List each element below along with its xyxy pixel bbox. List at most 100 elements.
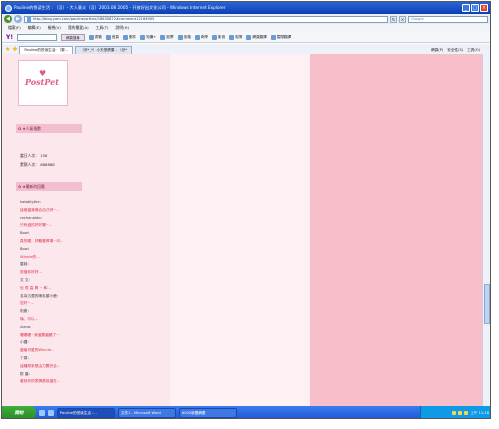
search-placeholder: Google — [411, 17, 424, 21]
section-icon: ✿ — [18, 126, 22, 131]
yahoo-search-input[interactable] — [17, 33, 58, 41]
address-row: ◀ ▶ http://blog.yam.com/pauline/article/… — [2, 14, 490, 24]
mail-icon — [123, 34, 129, 40]
address-bar[interactable]: http://blog.yam.com/pauline/article/1863… — [24, 15, 388, 23]
yahoo-logo[interactable]: Y! — [6, 34, 13, 41]
close-button[interactable]: × — [480, 4, 488, 12]
toolbar-item-translate[interactable]: 網頁翻譯 — [246, 34, 267, 40]
bookmark-icon — [88, 34, 94, 40]
toolbar-item-home[interactable]: 首頁 — [105, 34, 119, 40]
add-favorite-icon[interactable]: ✚ — [12, 46, 17, 54]
forward-button[interactable]: ▶ — [14, 15, 22, 23]
toolbar-item-kimo[interactable]: 奇摩 — [194, 34, 208, 40]
window-title: Pauline的悦读生活 : 〔汉〕- 大人意义〔汉〕2003.08 2005 … — [14, 5, 226, 10]
comment-author: 文 文： — [20, 277, 33, 282]
tab-health[interactable]: 〔@*_*〕小天堂健康 - 〔@* — [75, 46, 133, 54]
page-content: ♥ PostPet ✿ ★人氣指數 當日人次： 158 累積人次： 888888… — [2, 54, 484, 406]
comment-author: 歐 晨： — [20, 371, 33, 376]
menu-edit[interactable]: 編輯(E) — [28, 25, 41, 31]
comment-author: 劍魔： — [20, 309, 32, 314]
menu-help[interactable]: 說明(H) — [116, 25, 129, 31]
toolbar-item-video[interactable]: 影音 — [211, 34, 225, 40]
taskbar-item-word[interactable]: 文件1 - Microsoft Word — [118, 408, 176, 418]
browser-window: Pauline的悦读生活 : 〔汉〕- 大人意义〔汉〕2003.08 2005 … — [1, 1, 491, 419]
kimo-icon — [194, 34, 200, 40]
comment-link[interactable]: 只有過的好好喔~... — [20, 222, 63, 230]
safety-menu[interactable]: 安全性(S) — [447, 48, 463, 53]
search-box[interactable]: Google — [408, 15, 488, 23]
vertical-scrollbar[interactable] — [482, 54, 490, 406]
maximize-button[interactable]: □ — [471, 4, 479, 12]
toolbar-item-stocks[interactable]: 股票 — [160, 34, 174, 40]
visits-header: ✿ ★人氣指數 — [16, 124, 82, 133]
tray-icon[interactable] — [464, 411, 469, 415]
tab-blog[interactable]: Pauline的悦读生活: 〔繁... — [19, 46, 74, 54]
taskbar-item-browser[interactable]: Pauline的悦读生活 :... — [57, 408, 115, 418]
quick-launch-ie-icon[interactable] — [39, 410, 45, 416]
blog-main-column — [170, 54, 310, 406]
recent-comments: katablythe: 這個還滿適合自己呀~... rachanaldo: 只有… — [20, 199, 63, 386]
comment-link[interactable]: 也 很 高 興 ~ 和... — [20, 285, 63, 293]
comment-link[interactable]: 這個還滿適合自己呀~... — [20, 207, 63, 215]
stocks-icon — [160, 34, 166, 40]
toolbar-item-photos[interactable]: 相簿 — [229, 34, 242, 40]
taskbar: 開始 Pauline的悦读生活 :... 文件1 - Microsoft Wor… — [2, 406, 490, 418]
comment-link[interactable]: 嗨，可以... — [20, 316, 63, 324]
back-button[interactable]: ◀ — [4, 15, 12, 23]
comment-link[interactable]: 看到你的表情應該還在... — [20, 378, 63, 386]
menu-favorites[interactable]: 我的最愛(A) — [68, 25, 89, 31]
refresh-button[interactable]: ↻ — [390, 15, 397, 23]
blog-sidebar: ♥ PostPet ✿ ★人氣指數 當日人次： 158 累積人次： 888888… — [2, 54, 170, 406]
total-label: 累積人次： — [20, 162, 39, 167]
menu-view[interactable]: 檢視(V) — [48, 25, 61, 31]
comment-author: rachanaldo: — [20, 215, 42, 220]
comment-author: katablythe: — [20, 200, 41, 204]
system-tray: 上午 11:18 — [420, 406, 490, 418]
quick-launch-desktop-icon[interactable] — [48, 410, 54, 416]
start-button[interactable]: 開始 — [2, 406, 36, 418]
comment-author: viana: — [20, 324, 32, 329]
toolbar-item-knowledge[interactable]: 知識+ — [140, 34, 156, 40]
toolbar-item-mail[interactable]: 郵件 — [123, 34, 136, 40]
clock: 上午 11:18 — [470, 410, 489, 415]
page-menu[interactable]: 網頁(P) — [431, 48, 443, 53]
stop-button[interactable]: × — [399, 15, 406, 23]
close-translate-icon — [270, 34, 276, 40]
toolbar-item-bookmarks[interactable]: 書籤 — [88, 34, 102, 40]
translate-icon — [246, 34, 252, 40]
comment-author: Bowi — [20, 246, 29, 251]
toolbar-item-inbox[interactable]: 信箱 — [177, 34, 191, 40]
minimize-button[interactable]: _ — [462, 4, 470, 12]
comment-author: 丫頭： — [20, 355, 32, 360]
comment-link[interactable]: 這種原來是由力霸完全... — [20, 363, 63, 371]
comment-link[interactable]: Winnie的... — [20, 254, 63, 262]
total-value: 888888 — [40, 162, 55, 167]
toolbar-item-close-translate[interactable]: 闔閉翻譯 — [270, 34, 291, 40]
comments-header: ✿ ★最新的回應 — [16, 182, 82, 191]
today-label: 當日人次： — [20, 153, 39, 158]
yahoo-toolbar: Y! 網頁搜尋 書籤 首頁 郵件 知識+ 股票 信箱 奇摩 影音 相簿 網頁翻譯… — [2, 32, 490, 43]
tray-icon[interactable] — [458, 411, 463, 415]
today-value: 158 — [40, 153, 48, 158]
comment-author: 名為沉潛的哺乳類小鹿： — [20, 293, 61, 298]
home-icon — [105, 34, 111, 40]
blog-right-column — [310, 54, 484, 406]
comment-author: Bowi — [20, 231, 29, 236]
menu-tools[interactable]: 工具(T) — [96, 25, 109, 31]
comment-link[interactable]: 還蠻可愛的Winnie... — [20, 347, 63, 355]
menu-file[interactable]: 檔案(F) — [8, 25, 21, 31]
scrollbar-thumb[interactable] — [484, 284, 490, 324]
comment-link[interactable]: 您好~... — [20, 300, 63, 308]
yahoo-search-button[interactable]: 網頁搜尋 — [61, 33, 85, 41]
favorites-star-icon[interactable]: ★ — [5, 46, 10, 54]
title-bar: Pauline的悦读生活 : 〔汉〕- 大人意义〔汉〕2003.08 2005 … — [2, 2, 490, 14]
comment-link[interactable]: 祝福你好好... — [20, 269, 63, 277]
tools-menu[interactable]: 工具(O) — [467, 48, 480, 53]
logo-text: PostPet — [25, 77, 59, 87]
visit-stats: 當日人次： 158 累積人次： 888888 — [20, 151, 55, 169]
comment-link[interactable]: 真的喔，好難看捧場~可... — [20, 238, 63, 246]
taskbar-item-news[interactable]: 6000新聞摘要 — [179, 408, 237, 418]
tray-icon[interactable] — [452, 411, 457, 415]
section-icon: ✿ — [18, 184, 22, 189]
comment-link[interactable]: 喔喔喔~我還要繼續了~ — [20, 332, 63, 340]
